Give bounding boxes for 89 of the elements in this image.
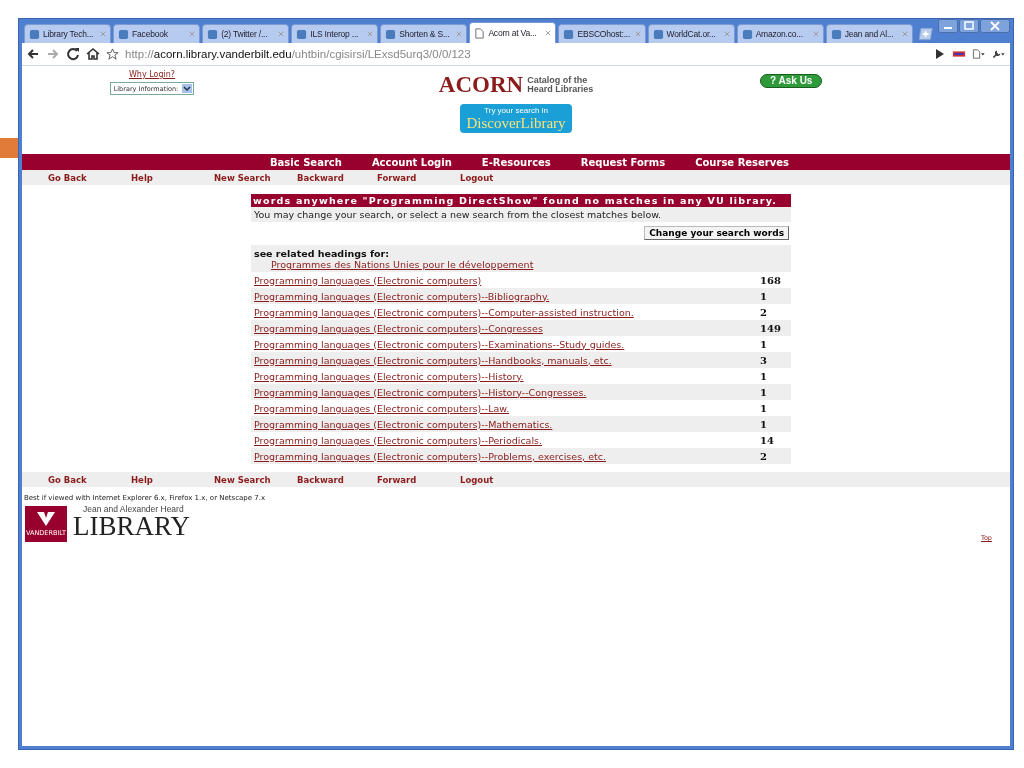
ask-us-button[interactable]: ? Ask Us [760,74,823,88]
sub-nav-link[interactable]: Help [131,172,214,183]
browser-tab[interactable]: Jean and Al... [825,24,913,43]
heading-link[interactable]: Programming languages (Electronic computers)--Computer-assisted instruction. [254,306,634,318]
browser-tab[interactable]: (2) Twitter /... [202,24,290,43]
result-count: 3 [760,354,768,366]
footer-nav-link[interactable]: Go Back [48,474,131,485]
result-count: 1 [760,418,768,430]
heading-link[interactable]: Programming languages (Electronic computers)--Examinations--Study guides. [254,338,625,350]
browser-tab[interactable]: Shorten & S... [380,24,468,43]
star-icon[interactable] [106,47,119,61]
favicon-icon [118,28,130,40]
heading-link[interactable]: Programming languages (Electronic computers)--Problems, exercises, etc. [254,450,606,462]
library-logo-caption: Jean and Alexander Heard [83,504,185,514]
banner-title: DiscoverLibrary [466,115,566,131]
result-count: 14 [760,434,775,446]
logo-tagline: Catalog of the [527,76,588,85]
library-logo-wordmark: LIBRARY [73,514,191,538]
favicon-icon [296,28,308,40]
result-count: 1 [760,386,768,398]
favicon-icon [385,28,397,40]
minimize-icon[interactable] [938,19,958,33]
heading-link[interactable]: Programming languages (Electronic computers) [254,274,482,286]
acorn-logo[interactable]: ACORN [438,72,524,98]
footer-nav-link[interactable]: Help [131,474,214,485]
sub-nav-link[interactable]: Forward [377,172,460,183]
result-count: 1 [760,338,768,350]
heading-link[interactable]: Programming languages (Electronic computers)--History--Congresses. [254,386,587,398]
browser-tab[interactable]: EBSCOhost:... [558,24,646,43]
footer-nav-link[interactable]: Logout [460,474,543,485]
search-hint: You may change your search, or select a new search from the closest matches below. [251,207,791,222]
new-tab-icon[interactable] [918,27,934,41]
dropdown-icon [182,84,193,93]
banner-caption: Try your search in [484,106,548,115]
result-count: 1 [760,402,768,414]
footer-nav-link[interactable]: Forward [377,474,460,485]
related-label: see related headings for: [254,248,391,259]
maximize-icon[interactable] [959,19,979,33]
favicon-icon [207,28,219,40]
result-count: 168 [760,274,782,286]
forward-icon[interactable] [46,47,60,61]
heading-link[interactable]: Programming languages (Electronic computers)--Law. [254,402,510,414]
page-menu-icon[interactable] [972,47,986,61]
result-count: 149 [760,322,782,334]
change-search-button[interactable]: Change your search words [644,226,789,240]
logo-tagline: Heard Libraries [527,85,594,94]
browser-tab[interactable]: Acorn at Va... [469,22,557,43]
close-icon[interactable] [980,19,1010,33]
sub-nav-link[interactable]: New Search [214,172,297,183]
sub-nav-link[interactable]: Backward [297,172,377,183]
main-nav-link[interactable]: E-Resources [481,156,551,168]
back-icon[interactable] [26,47,40,61]
close-icon[interactable] [545,30,552,36]
browser-tab[interactable]: Amazon.co... [736,24,824,43]
slide-marker [0,138,18,158]
main-nav-link[interactable]: Course Reserves [695,156,790,168]
heading-link[interactable]: Programming languages (Electronic computers)--Mathematics. [254,418,553,430]
browser-tab[interactable]: ILS Interop ... [291,24,379,43]
why-login-link[interactable]: Why Login? [128,70,176,79]
no-match-message: words anywhere "Programming DirectShow" found no matches in any VU library. [251,194,791,207]
favicon-icon [652,28,664,40]
browser-tab[interactable]: Library Tech... [24,24,112,43]
browser-tab[interactable]: WorldCat.or... [647,24,735,43]
sub-nav-link[interactable]: Go Back [48,172,131,183]
main-nav-link[interactable]: Account Login [371,156,452,168]
browser-tab[interactable]: Facebook [113,24,201,43]
result-count: 2 [760,306,768,318]
favicon-icon [563,28,575,40]
result-count: 1 [760,370,768,382]
heading-link[interactable]: Programming languages (Electronic computers)--History. [254,370,524,382]
heading-link[interactable]: Programming languages (Electronic computers)--Handbooks, manuals, etc. [254,354,612,366]
heading-link[interactable]: Programming languages (Electronic computers)--Bibliography. [254,290,550,302]
favicon-icon [830,28,842,40]
home-icon[interactable] [86,47,100,61]
main-nav-link[interactable]: Basic Search [270,156,342,168]
related-heading-link[interactable]: Programmes des Nations Unies pour le développement [271,259,788,270]
page-icon [474,27,486,39]
heading-link[interactable]: Programming languages (Electronic computers)--Congresses [254,322,543,334]
result-count: 1 [760,290,768,302]
heading-link[interactable]: Programming languages (Electronic computers)--Periodicals. [254,434,543,446]
v-emblem-icon [36,511,56,527]
favicon-icon [741,28,753,40]
sub-nav-link[interactable]: Logout [460,172,543,183]
main-nav-link[interactable]: Request Forms [580,156,666,168]
result-count: 2 [760,450,768,462]
favicon-icon [29,28,40,40]
footer-nav-link[interactable]: New Search [214,474,297,485]
reload-icon[interactable] [66,47,80,61]
footer-nav-link[interactable]: Backward [297,474,377,485]
